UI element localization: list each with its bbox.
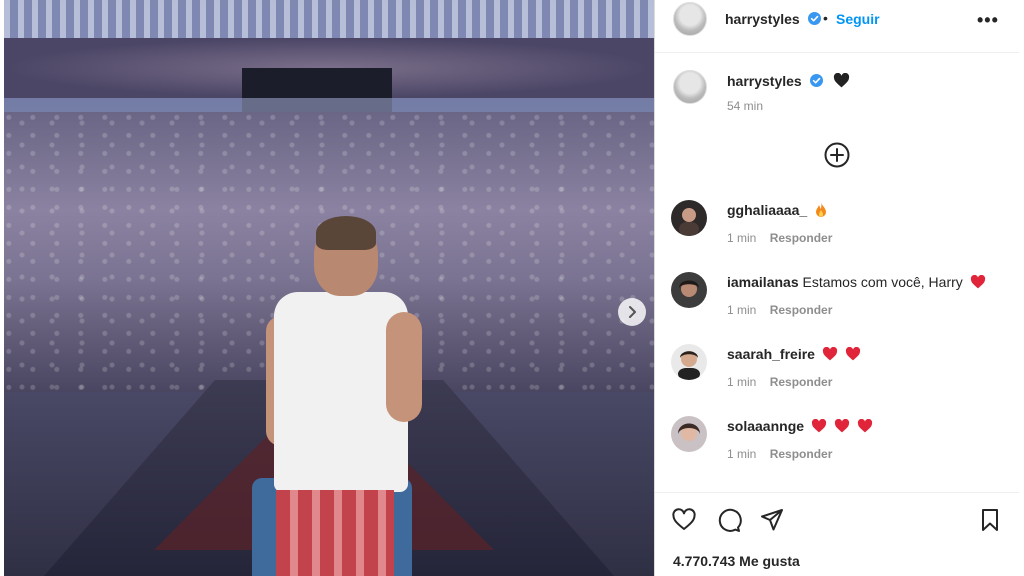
post-photo[interactable] [4, 0, 654, 576]
like-count[interactable]: 4.770.743 Me gusta [673, 553, 800, 569]
stadium-ring [4, 98, 654, 112]
post-actions-bar [655, 492, 1019, 547]
commenter-avatar[interactable] [671, 344, 707, 380]
comment-time: 1 min [727, 231, 757, 245]
commenter-username[interactable]: iamailanas [727, 274, 799, 290]
next-photo-button[interactable] [618, 298, 646, 326]
post-header: harrystyles • Seguir ••• [655, 0, 1019, 53]
red-heart-emoji-icon [822, 347, 837, 361]
comment-bubble-icon[interactable] [716, 507, 742, 533]
comment-item: saarah_freire 1 min Responder [655, 340, 1019, 412]
commenter-username[interactable]: saarah_freire [727, 346, 815, 362]
comment-body: saarah_freire [727, 346, 861, 362]
commenter-avatar[interactable] [671, 200, 707, 236]
verified-badge-icon [809, 74, 823, 87]
red-heart-emoji-icon [845, 347, 860, 361]
author-username[interactable]: harrystyles [725, 11, 821, 27]
share-send-icon[interactable] [759, 507, 785, 533]
stadium-roof [4, 0, 654, 38]
comment-item: gghaliaaaa_ 1 min Responder [655, 196, 1019, 268]
caption-timestamp: 54 min [727, 99, 764, 113]
author-username-text[interactable]: harrystyles [725, 11, 800, 27]
add-circle-icon[interactable] [823, 141, 851, 169]
avatar-image [671, 272, 707, 308]
comment-time: 1 min [727, 303, 757, 317]
black-heart-emoji-icon [833, 73, 849, 88]
caption-author-avatar[interactable] [673, 70, 707, 104]
performer-arm [386, 312, 422, 422]
comment-body: solaaannge [727, 418, 873, 434]
avatar-image [671, 344, 707, 380]
comment-time: 1 min [727, 447, 757, 461]
comment-meta: 1 min Responder [727, 375, 832, 389]
comment-text: Estamos com você, Harry [802, 274, 963, 290]
author-avatar[interactable] [673, 2, 707, 36]
commenter-username[interactable]: solaaannge [727, 418, 804, 434]
reply-button[interactable]: Responder [770, 447, 833, 461]
comment-meta: 1 min Responder [727, 447, 832, 461]
avatar-image [671, 200, 707, 236]
comment-body: iamailanas Estamos com você, Harry [727, 274, 986, 290]
avatar-image [671, 416, 707, 452]
commenter-avatar[interactable] [671, 416, 707, 452]
comment-list: gghaliaaaa_ 1 min Responder iamailanas E… [655, 196, 1019, 492]
caption-username[interactable]: harrystyles [727, 73, 802, 89]
red-heart-emoji-icon [857, 419, 872, 433]
red-heart-emoji-icon [970, 275, 985, 289]
comment-body: gghaliaaaa_ [727, 202, 827, 218]
red-heart-emoji-icon [811, 419, 827, 433]
comment-meta: 1 min Responder [727, 303, 832, 317]
heart-outline-icon[interactable] [671, 507, 697, 533]
more-options-icon[interactable]: ••• [977, 10, 999, 31]
fire-emoji-icon [816, 202, 827, 217]
red-heart-emoji-icon [834, 419, 849, 433]
reply-button[interactable]: Responder [770, 303, 833, 317]
comment-item: solaaannge 1 min Responder [655, 412, 1019, 484]
reply-button[interactable]: Responder [770, 375, 833, 389]
reply-button[interactable]: Responder [770, 231, 833, 245]
comment-item: iamailanas Estamos com você, Harry 1 min… [655, 268, 1019, 340]
caption-line: harrystyles [727, 73, 850, 89]
comment-time: 1 min [727, 375, 757, 389]
post-side-panel: harrystyles • Seguir ••• harrystyles 54 … [654, 0, 1019, 576]
separator-dot: • [823, 10, 828, 26]
bookmark-icon[interactable] [977, 507, 1003, 533]
verified-badge-icon [807, 12, 821, 25]
comment-meta: 1 min Responder [727, 231, 832, 245]
chevron-right-icon [629, 306, 636, 318]
follow-button[interactable]: Seguir [836, 11, 880, 27]
commenter-username[interactable]: gghaliaaaa_ [727, 202, 807, 218]
stage-stool [276, 490, 394, 576]
performer-hair [316, 216, 376, 250]
commenter-avatar[interactable] [671, 272, 707, 308]
